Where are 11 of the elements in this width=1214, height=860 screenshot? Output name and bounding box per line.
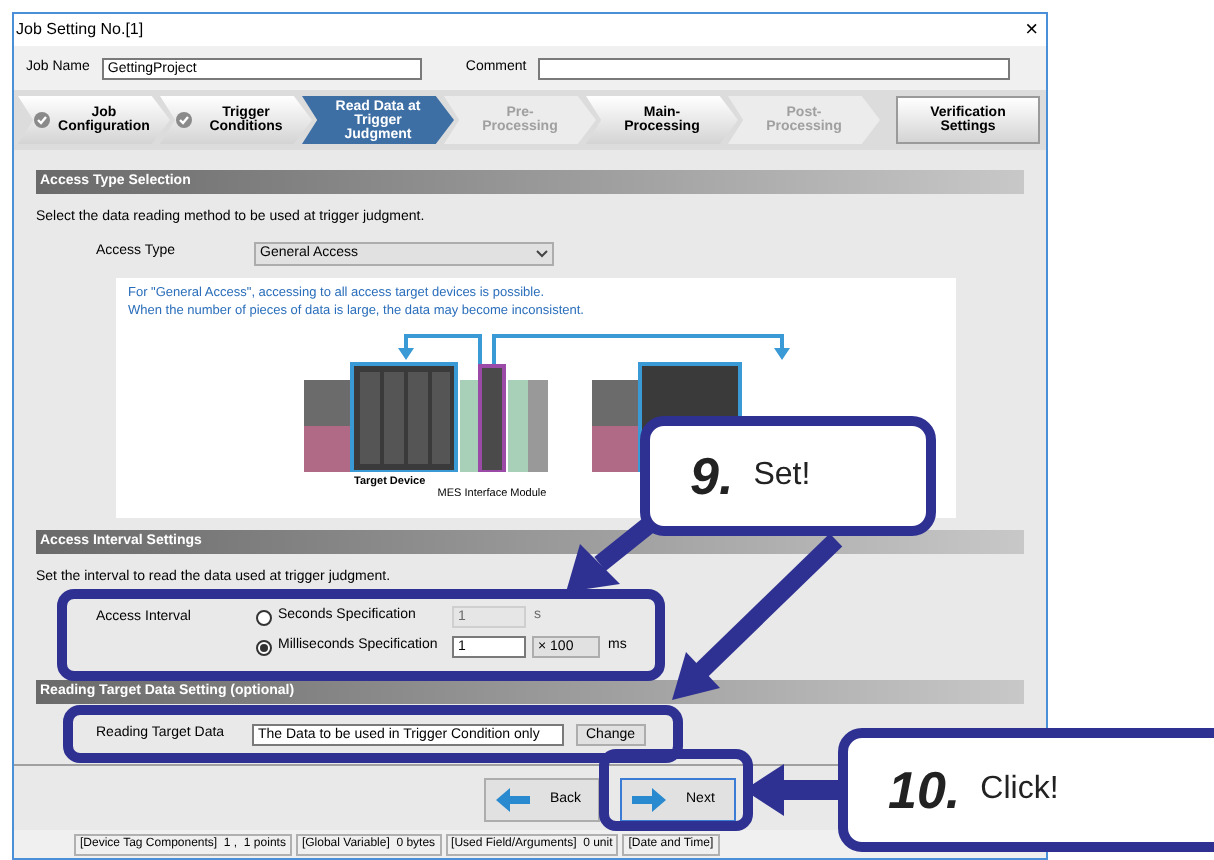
- arrow-right-icon: [632, 788, 666, 812]
- callout-text: Set!: [753, 456, 811, 496]
- step-number: 9.: [690, 443, 734, 509]
- callout-text: Click!: [980, 770, 1059, 810]
- comment-field[interactable]: [538, 57, 1011, 79]
- check-icon: [176, 112, 192, 128]
- close-button[interactable]: ×: [1025, 19, 1038, 41]
- arrow-left-icon: [496, 788, 530, 812]
- step-number: 10.: [888, 757, 961, 823]
- window-title: Job Setting No.[1]: [16, 18, 144, 42]
- check-icon: [34, 112, 50, 128]
